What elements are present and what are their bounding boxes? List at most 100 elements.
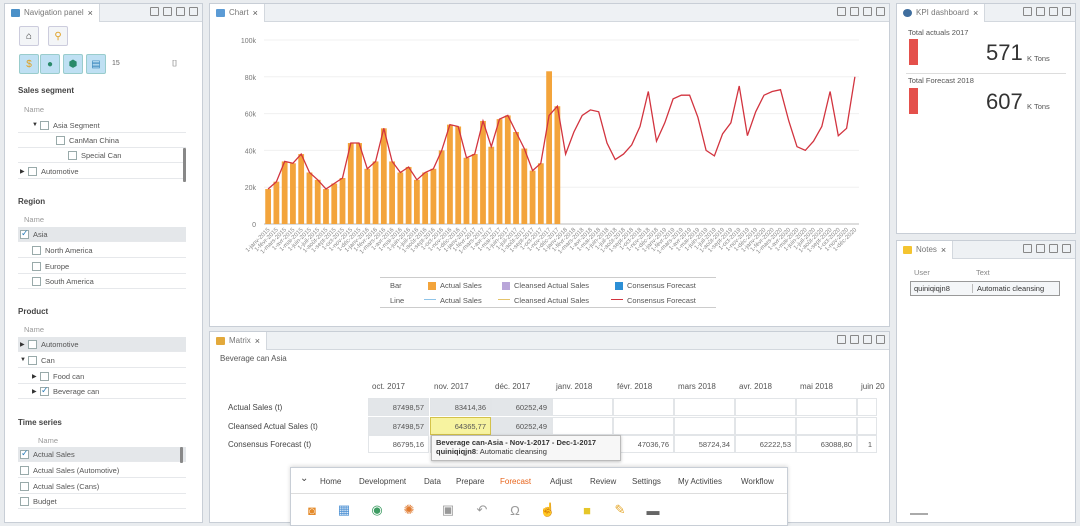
matrix-cell[interactable]: [796, 398, 857, 416]
checkbox[interactable]: [68, 150, 77, 160]
expand-icon[interactable]: ▶: [20, 341, 28, 348]
minimize-icon[interactable]: [150, 7, 159, 16]
scrollbar[interactable]: [183, 148, 186, 182]
maximize-icon[interactable]: [176, 7, 185, 16]
legend-line-item[interactable]: Consensus Forecast: [627, 296, 696, 305]
matrix-cell[interactable]: 58724,34: [674, 435, 735, 453]
matrix-cell[interactable]: [552, 417, 613, 435]
close-icon[interactable]: ×: [973, 8, 978, 18]
expand-icon[interactable]: ▶: [32, 373, 40, 380]
matrix-cell[interactable]: 47036,76: [613, 435, 674, 453]
tab-chart[interactable]: Chart ×: [210, 3, 265, 22]
restore-icon[interactable]: [163, 7, 172, 16]
home-button[interactable]: ⌂: [19, 26, 39, 46]
legend-line-item[interactable]: Actual Sales: [440, 296, 482, 305]
close-icon[interactable]: ×: [941, 245, 946, 255]
hand-icon[interactable]: ☝: [539, 501, 557, 519]
list-item[interactable]: Budget: [18, 494, 186, 509]
close-icon[interactable]: ×: [253, 8, 258, 18]
list-item[interactable]: South America: [18, 274, 186, 289]
list-item[interactable]: Special Can: [18, 148, 186, 163]
restore-icon[interactable]: [850, 335, 859, 344]
matrix-cell[interactable]: [613, 417, 674, 435]
checkbox[interactable]: [32, 245, 41, 255]
matrix-cell[interactable]: 87498,57: [368, 417, 429, 435]
list-item[interactable]: ▶ Automotive: [18, 164, 186, 179]
minimize-icon[interactable]: [1023, 244, 1032, 253]
matrix-cell[interactable]: 87498,57: [368, 398, 429, 416]
restore-icon[interactable]: [1036, 244, 1045, 253]
checkbox[interactable]: [40, 385, 49, 396]
list-item[interactable]: ▶ Food can: [18, 369, 186, 384]
legend-bar-item[interactable]: Consensus Forecast: [627, 281, 696, 290]
checkbox[interactable]: [20, 448, 29, 459]
popout-icon[interactable]: [876, 335, 885, 344]
checkbox[interactable]: [20, 228, 29, 239]
menu-tab-adjust[interactable]: Adjust: [550, 477, 572, 486]
list-item[interactable]: ▶ Automotive: [18, 337, 186, 352]
tab-kpi-dashboard[interactable]: KPI dashboard ×: [897, 3, 986, 22]
expand-icon[interactable]: ▶: [20, 168, 28, 175]
menu-tab-prepare[interactable]: Prepare: [456, 477, 484, 486]
menu-collapse-chevron[interactable]: ⌄: [300, 473, 308, 484]
currency-button[interactable]: $: [19, 54, 39, 74]
matrix-cell[interactable]: 62222,53: [735, 435, 796, 453]
database-icon[interactable]: ◙: [303, 501, 321, 519]
legend-bar-item[interactable]: Cleansed Actual Sales: [514, 281, 589, 290]
matrix-cell[interactable]: [735, 417, 796, 435]
maximize-icon[interactable]: [1049, 244, 1058, 253]
restore-icon[interactable]: [1036, 7, 1045, 16]
menu-tab-data[interactable]: Data: [424, 477, 441, 486]
popout-icon[interactable]: [1062, 244, 1071, 253]
checkbox[interactable]: [40, 371, 49, 381]
matrix-cell[interactable]: [857, 398, 877, 416]
maximize-icon[interactable]: [1049, 7, 1058, 16]
cube-button[interactable]: ⬢: [63, 54, 83, 74]
maximize-icon[interactable]: [863, 7, 872, 16]
matrix-cell[interactable]: 60252,49: [491, 398, 552, 416]
checkbox[interactable]: [28, 355, 37, 365]
popout-icon[interactable]: [876, 7, 885, 16]
restore-icon[interactable]: [850, 7, 859, 16]
trash-icon[interactable]: ▬: [644, 501, 662, 519]
list-item[interactable]: Europe: [18, 259, 186, 274]
expand-icon[interactable]: ▼: [20, 357, 28, 363]
save-icon[interactable]: ▣: [439, 501, 457, 519]
matrix-cell[interactable]: [674, 417, 735, 435]
legend-line-item[interactable]: Cleansed Actual Sales: [514, 296, 589, 305]
list-item[interactable]: ▶ Beverage can: [18, 384, 186, 399]
list-item[interactable]: ▼ Can: [18, 353, 186, 368]
globe-icon[interactable]: ◉: [368, 501, 386, 519]
list-item[interactable]: Actual Sales (Automotive): [18, 463, 186, 478]
minimize-icon[interactable]: [837, 7, 846, 16]
checkbox[interactable]: [32, 261, 41, 271]
tab-matrix[interactable]: Matrix ×: [210, 331, 268, 350]
matrix-cell[interactable]: [552, 398, 613, 416]
checkbox[interactable]: [20, 496, 29, 506]
expand-icon[interactable]: ▼: [32, 122, 40, 128]
notes-row[interactable]: quiniqiqjn8 Automatic cleansing: [910, 281, 1060, 296]
checkbox[interactable]: [20, 465, 29, 475]
matrix-cell[interactable]: 83414,36: [430, 398, 491, 416]
matrix-cell[interactable]: [735, 398, 796, 416]
matrix-cell[interactable]: 60252,49: [491, 417, 552, 435]
minimize-icon[interactable]: [837, 335, 846, 344]
tab-notes[interactable]: Notes ×: [897, 240, 954, 259]
list-item[interactable]: CanMan China: [18, 133, 186, 148]
matrix-cell[interactable]: [613, 398, 674, 416]
checkbox[interactable]: [20, 481, 29, 491]
close-icon[interactable]: ×: [88, 8, 93, 18]
matrix-cell[interactable]: [857, 417, 877, 435]
globe-button[interactable]: ●: [40, 54, 60, 74]
checkbox[interactable]: [56, 135, 65, 145]
matrix-cell[interactable]: 1: [857, 435, 877, 453]
checkbox[interactable]: [32, 276, 41, 286]
list-item[interactable]: Asia: [18, 227, 186, 242]
list-item[interactable]: Actual Sales (Cans): [18, 479, 186, 494]
tab-navigation-panel[interactable]: Navigation panel ×: [5, 3, 100, 22]
minimize-icon[interactable]: [1023, 7, 1032, 16]
popout-icon[interactable]: [189, 7, 198, 16]
menu-tab-development[interactable]: Development: [359, 477, 406, 486]
menu-tab-home[interactable]: Home: [320, 477, 341, 486]
pin-icon[interactable]: ⌷: [172, 58, 177, 69]
